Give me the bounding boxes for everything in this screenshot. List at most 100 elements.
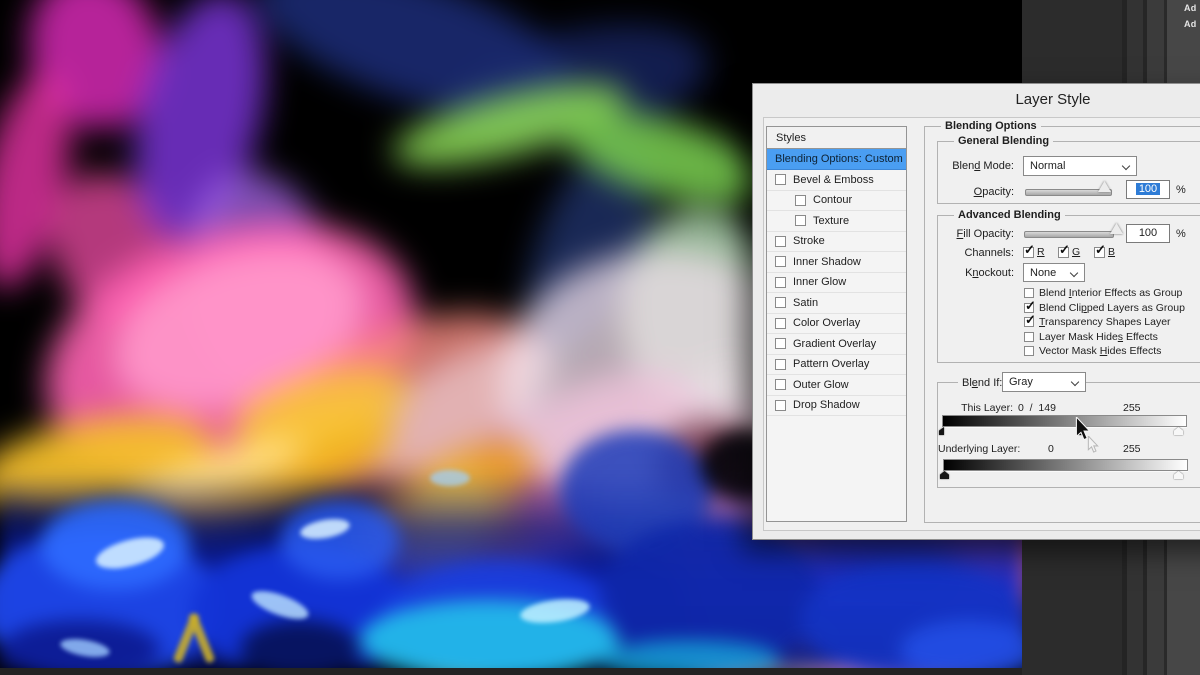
checkbox[interactable]: ✓ [1024,303,1034,313]
styles-item-row[interactable]: Color Overlay [767,314,906,335]
blend-mode-select[interactable]: Normal [1023,156,1137,176]
advanced-option-label: Layer Mask Hides Effects [1039,330,1158,345]
styles-item-label: Pattern Overlay [793,354,869,375]
channel-toggle: ✓R [1023,246,1045,258]
blending-options-title: Blending Options [941,120,1041,132]
styles-list: Blending Options: CustomBevel & EmbossCo… [766,148,907,522]
checkbox[interactable] [775,338,786,349]
styles-item-row[interactable]: Inner Glow [767,273,906,294]
opacity-unit: % [1176,184,1186,196]
styles-item-row[interactable]: Drop Shadow [767,396,906,417]
blend-if-group: Blend If: Gray This Layer: 0 / 149 255 U… [937,382,1200,488]
advanced-option-label: Vector Mask Hides Effects [1039,344,1161,359]
checkbox[interactable] [775,236,786,247]
underlying-black-slider[interactable] [940,471,949,479]
dock-tab-label[interactable]: Ad [1184,3,1196,13]
checkbox[interactable] [775,297,786,308]
opacity-slider-thumb[interactable] [1098,181,1111,192]
advanced-option-label: Blend Interior Effects as Group [1039,286,1182,301]
styles-item-row[interactable]: Pattern Overlay [767,355,906,376]
dock-tab-label[interactable]: Ad [1184,19,1196,29]
channel-label: B [1108,246,1115,258]
underlying-layer-min: 0 [1048,443,1054,455]
styles-panel-header: Styles [766,126,907,149]
fill-opacity-slider-track[interactable] [1024,231,1114,238]
blend-if-label: Blend If: [958,377,1006,389]
opacity-label: Opacity: [940,186,1014,198]
styles-item-row[interactable]: Bevel & Emboss [767,170,906,191]
fill-opacity-input[interactable]: 100 [1126,224,1170,243]
underlying-white-slider[interactable] [1174,471,1183,479]
chevron-down-icon [1070,269,1078,277]
advanced-options-list: Blend Interior Effects as Group✓Blend Cl… [1024,286,1185,359]
checkbox[interactable] [775,256,786,267]
channel-label: G [1072,246,1080,258]
dialog-title: Layer Style [753,91,1200,108]
checkbox[interactable]: ✓ [1058,247,1069,258]
this-layer-range: 0 / 149 [1018,402,1056,414]
checkbox[interactable] [1024,288,1034,298]
mouse-cursor-icon [1075,417,1091,441]
styles-item-row[interactable]: Satin [767,293,906,314]
styles-item-label: Stroke [793,231,825,252]
check-icon: ✓ [1059,243,1070,256]
check-icon: ✓ [1025,313,1036,326]
advanced-blending-title: Advanced Blending [954,209,1065,221]
knockout-select[interactable]: None [1023,263,1085,282]
chevron-down-icon [1071,378,1079,386]
chevron-down-icon [1122,162,1130,170]
layer-style-dialog: Layer Style Styles Blending Options: Cus… [752,83,1200,540]
blend-mode-label: Blend Mode: [940,160,1014,172]
advanced-option-row[interactable]: ✓Transparency Shapes Layer [1024,315,1185,330]
advanced-option-row[interactable]: ✓Blend Clipped Layers as Group [1024,301,1185,316]
styles-item-label: Color Overlay [793,313,860,334]
blend-if-select[interactable]: Gray [1002,372,1086,392]
blending-options-panel: Blending Options General Blending Blend … [924,126,1200,523]
this-layer-black-slider-left[interactable] [939,427,944,435]
fill-opacity-slider-thumb[interactable] [1110,223,1123,234]
checkbox[interactable]: ✓ [1094,247,1105,258]
advanced-option-row[interactable]: Blend Interior Effects as Group [1024,286,1185,301]
this-layer-max: 255 [1123,402,1141,414]
channel-toggle: ✓G [1058,246,1080,258]
advanced-option-row[interactable]: Layer Mask Hides Effects [1024,330,1185,345]
fill-opacity-label: Fill Opacity: [940,228,1014,240]
checkbox[interactable] [1024,346,1034,356]
checkbox[interactable]: ✓ [1024,317,1034,327]
check-icon: ✓ [1095,243,1106,256]
channel-label: R [1037,246,1045,258]
underlying-layer-gradient-bar[interactable] [943,459,1188,471]
underlying-layer-max: 255 [1123,443,1141,455]
this-layer-white-slider[interactable] [1174,427,1183,435]
checkbox[interactable]: ✓ [1023,247,1034,258]
checkbox[interactable] [775,174,786,185]
styles-header-label: Styles [776,132,806,144]
channels-label: Channels: [940,247,1014,259]
styles-item-row[interactable]: Outer Glow [767,375,906,396]
checkbox[interactable] [775,359,786,370]
opacity-input[interactable]: 100 [1126,180,1170,199]
checkbox[interactable] [795,195,806,206]
this-layer-gradient-bar[interactable] [942,415,1187,427]
checkbox[interactable] [775,318,786,329]
checkbox[interactable] [775,277,786,288]
checkbox[interactable] [775,379,786,390]
advanced-option-row[interactable]: Vector Mask Hides Effects [1024,344,1185,359]
fill-opacity-unit: % [1176,228,1186,240]
general-blending-title: General Blending [954,135,1053,147]
styles-item-row[interactable]: Stroke [767,232,906,253]
styles-item-row[interactable]: Gradient Overlay [767,334,906,355]
styles-item-label: Blending Options: Custom [775,149,903,170]
styles-item-label: Inner Glow [793,272,846,293]
styles-item-blending-options[interactable]: Blending Options: Custom [767,149,906,170]
styles-item-label: Texture [813,211,849,232]
styles-item-label: Satin [793,293,818,314]
styles-item-row[interactable]: Texture [767,211,906,232]
styles-item-row[interactable]: Inner Shadow [767,252,906,273]
checkbox[interactable] [795,215,806,226]
checkbox[interactable] [775,400,786,411]
styles-item-row[interactable]: Contour [767,191,906,212]
styles-item-label: Gradient Overlay [793,334,876,355]
checkbox[interactable] [1024,332,1034,342]
channel-toggle: ✓B [1094,246,1115,258]
